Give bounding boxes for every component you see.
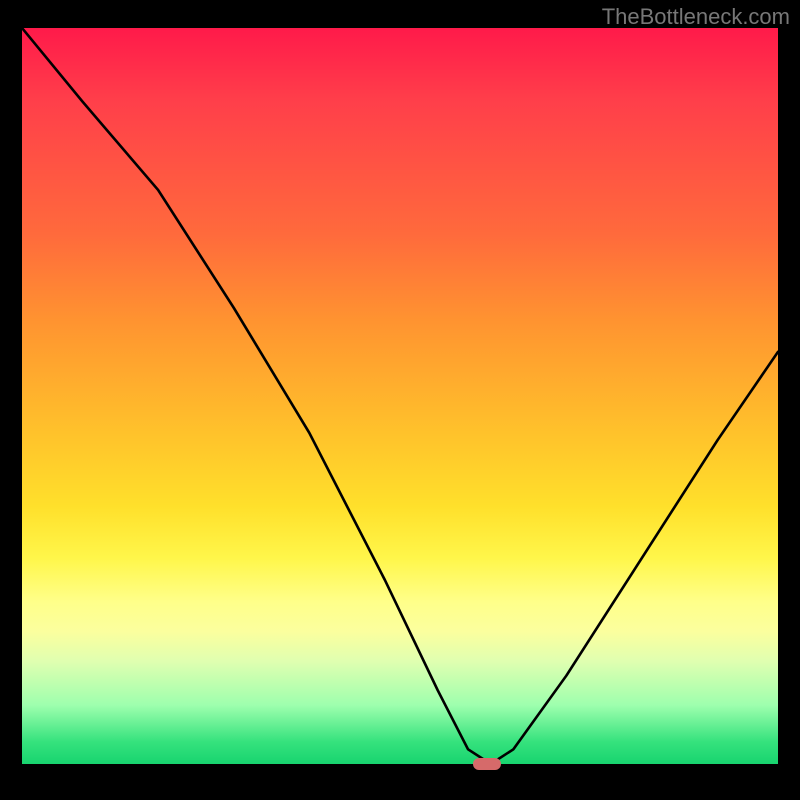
bottleneck-chart xyxy=(22,28,778,764)
optimal-marker xyxy=(473,758,501,770)
chart-curve-svg xyxy=(22,28,778,764)
chart-curve-path xyxy=(22,28,778,764)
watermark-text: TheBottleneck.com xyxy=(602,4,790,30)
